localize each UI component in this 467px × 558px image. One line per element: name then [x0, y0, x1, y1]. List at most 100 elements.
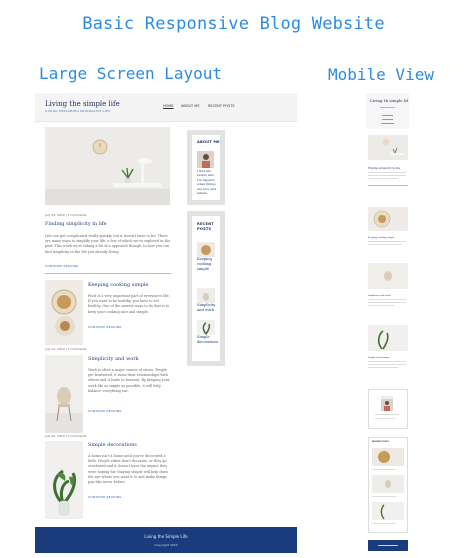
mobile-site-title[interactable]: Living th simple lif: [370, 98, 408, 103]
continue-reading-link[interactable]: CONTINUE READING: [88, 409, 122, 413]
chair-image: [372, 475, 404, 493]
large-screen-heading: Large Screen Layout: [39, 64, 223, 83]
mobile-featured-image[interactable]: [368, 135, 408, 160]
mobile-nav-item[interactable]: [382, 119, 393, 120]
plant-vase-image: [372, 502, 404, 520]
mobile-recent-thumb[interactable]: [372, 475, 404, 493]
featured-title[interactable]: Finding simplicity in life: [45, 221, 107, 227]
mobile-screenshot: Living th simple lif Finding simplicity …: [366, 93, 409, 553]
food-bowl-image: [197, 243, 215, 257]
mobile-text-line: [372, 523, 396, 524]
divider: [368, 185, 408, 186]
continue-reading-link[interactable]: CONTINUE READING: [88, 495, 122, 499]
site-header: Living the simple life A BLOG EXPLORING …: [35, 93, 297, 122]
mobile-post-image[interactable]: [368, 207, 408, 231]
plant-vase-image: [45, 441, 83, 519]
mobile-text-line: [368, 244, 402, 245]
mobile-post-image[interactable]: [368, 263, 408, 289]
recent-thumb[interactable]: [197, 242, 215, 257]
post-title[interactable]: Simplicity and work: [88, 356, 139, 362]
post-image-work[interactable]: [45, 355, 83, 433]
food-bowl-image: [45, 280, 83, 345]
post-title[interactable]: Simple decorations: [88, 442, 137, 448]
footer-title: Living the Simple Life: [144, 534, 188, 539]
recent-link[interactable]: Simple decorations: [197, 335, 218, 345]
recent-thumb[interactable]: [197, 320, 215, 335]
plant-vase-image: [197, 321, 215, 335]
mobile-post-title[interactable]: Simplicity and work: [368, 294, 390, 297]
nav-recent-posts[interactable]: RECENT POSTS: [208, 104, 235, 108]
mobile-text-line: [368, 175, 406, 176]
featured-meta: July 23, 2019 | 3 comments: [45, 213, 87, 217]
desktop-screenshot: Living the simple life A BLOG EXPLORING …: [35, 93, 297, 553]
food-bowl-image: [368, 207, 408, 231]
post-excerpt: A home isn't a home until you've decorat…: [88, 454, 169, 485]
chair-image: [197, 289, 215, 303]
mobile-text-line: [368, 302, 406, 303]
about-widget: ABOUT ME I find life better, and I'm hap…: [187, 130, 225, 205]
avatar: [381, 399, 393, 411]
nav-about[interactable]: ABOUT ME: [181, 104, 200, 108]
recent-link[interactable]: Simplicity and work: [197, 303, 218, 313]
post-image-cooking[interactable]: [45, 280, 83, 345]
mobile-nav-item[interactable]: [381, 123, 394, 124]
mobile-text-line: [368, 172, 406, 173]
continue-reading-link[interactable]: CONTINUE READING: [88, 325, 122, 329]
mobile-text-line: [372, 496, 396, 497]
desk-lamp-clock-image: [368, 135, 408, 160]
mobile-text-line: [368, 241, 406, 242]
mobile-footer: [368, 540, 408, 551]
mobile-view-heading: Mobile View: [328, 65, 434, 84]
mobile-recent-thumb[interactable]: [372, 448, 404, 466]
mobile-header: Living th simple lif: [366, 93, 409, 129]
mobile-post-image[interactable]: [368, 325, 408, 351]
mobile-text-line: [368, 367, 398, 368]
mobile-post-title[interactable]: Simple decorations: [368, 356, 389, 359]
post-title[interactable]: Keeping cooking simple: [88, 282, 148, 288]
site-tagline: A BLOG EXPLORING MINIMALIST LIFE: [45, 109, 111, 113]
desk-lamp-clock-image: [45, 127, 170, 205]
mobile-text-line: [368, 364, 406, 365]
about-text: I find life better, and I'm happier, whe…: [197, 169, 216, 196]
post-meta: July 02, 2019 | 3 comments: [45, 434, 87, 438]
divider: [45, 273, 171, 274]
about-title: ABOUT ME: [197, 140, 220, 144]
mobile-footer-text: [378, 545, 398, 546]
nav-home[interactable]: HOME: [163, 104, 174, 108]
mobile-text-line: [368, 361, 406, 362]
mobile-text-line: [368, 305, 394, 306]
mobile-about-widget: [368, 389, 408, 429]
mobile-post-title[interactable]: Finding simplicity in life: [368, 167, 400, 170]
mobile-post-title[interactable]: Keeping cooking simple: [368, 236, 394, 239]
recent-thumb[interactable]: [197, 288, 215, 303]
mobile-text-line: [368, 299, 406, 300]
featured-continue-link[interactable]: CONTINUE READING: [45, 264, 79, 268]
featured-excerpt: Life can get complicated really quickly,…: [45, 234, 171, 254]
mobile-text-line: [368, 178, 398, 179]
mobile-text-line: [372, 469, 396, 470]
chair-image: [368, 263, 408, 289]
post-image-decorations[interactable]: [45, 441, 83, 519]
mobile-recent-title: RECENT POSTS: [372, 441, 389, 443]
mobile-tagline: [380, 107, 395, 108]
food-bowl-image: [372, 448, 404, 466]
featured-image[interactable]: [45, 127, 170, 205]
mobile-text-line: [375, 414, 399, 415]
chair-image: [45, 355, 83, 433]
mobile-about-photo: [381, 396, 393, 411]
mobile-recent-thumb[interactable]: [372, 502, 404, 520]
mobile-text-line: [375, 418, 395, 419]
plant-vase-image: [368, 325, 408, 351]
post-excerpt: Work is often a major source of stress. …: [88, 368, 170, 393]
avatar: [197, 151, 214, 168]
post-excerpt: Food is a very important part of everyon…: [88, 294, 170, 314]
mobile-nav-item[interactable]: [382, 115, 393, 116]
about-photo: [197, 151, 214, 168]
mobile-recent-widget: RECENT POSTS: [368, 437, 408, 533]
site-title[interactable]: Living the simple life: [45, 100, 120, 108]
site-footer: Living the Simple Life Copyright 2022: [35, 527, 297, 553]
recent-link[interactable]: Keeping cooking simple: [197, 257, 218, 272]
post-meta: July 12, 2019 | 3 comments: [45, 347, 87, 351]
recent-posts-widget: RECENT POSTS Keeping cooking simple Simp…: [187, 211, 225, 366]
recent-title: RECENT POSTS: [197, 222, 214, 231]
